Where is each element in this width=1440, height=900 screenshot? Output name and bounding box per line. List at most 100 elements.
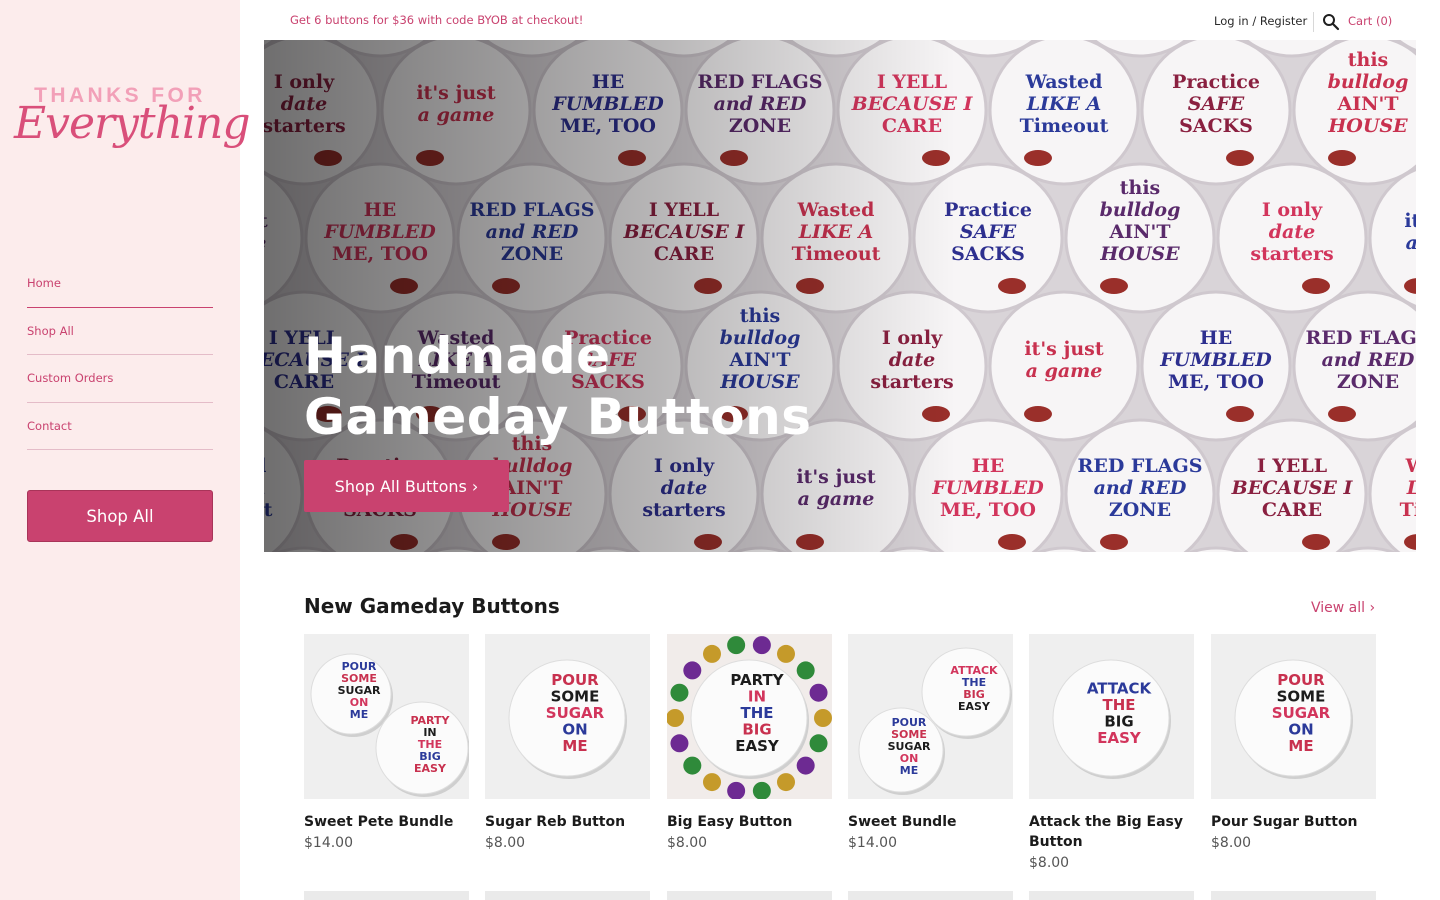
- product-price: $14.00: [304, 835, 353, 851]
- bead: [752, 636, 771, 655]
- pin-button-text: ME: [562, 737, 587, 755]
- bead: [796, 756, 815, 775]
- sidebar: THANKS FOR Everything Home Shop All Cust…: [0, 0, 251, 900]
- pin-button-text: ON: [562, 721, 587, 739]
- pin-button-text: SOME: [551, 688, 600, 706]
- hero-title: Handmade Gameday Buttons: [304, 327, 812, 446]
- product-card-next-row[interactable]: [1211, 891, 1376, 900]
- pin-button-text: SUGAR: [338, 684, 381, 697]
- view-all-link[interactable]: View all ›: [1311, 600, 1375, 616]
- bead: [670, 734, 689, 753]
- product-name[interactable]: Sugar Reb Button: [485, 812, 650, 832]
- search-icon[interactable]: [1322, 13, 1340, 31]
- pin-button-text: POUR: [342, 660, 377, 673]
- product-card[interactable]: ATTACK THE BIG EASY POUR SOME SUGAR ON ME Sweet …: [848, 634, 1013, 851]
- pin-button-text: EASY: [1097, 729, 1142, 747]
- bead: [703, 773, 721, 792]
- pin-button-text: EASY: [735, 737, 780, 755]
- pin-button-text: ON: [1288, 721, 1313, 739]
- pin-button-text: ME: [350, 708, 368, 721]
- pin-button-text: ON: [900, 752, 919, 765]
- shop-all-buttons-button[interactable]: Shop All Buttons ›: [304, 460, 509, 512]
- sidebar-nav: Home Shop All Custom Orders Contact: [27, 260, 213, 450]
- product-image[interactable]: POUR SOME SUGAR ON ME PARTY IN THE BIG EASY: [304, 634, 469, 799]
- pin-button-text: POUR: [1277, 671, 1325, 689]
- product-image[interactable]: POUR SOME SUGAR ON ME: [485, 634, 650, 799]
- pin-button-text: BIG: [742, 721, 771, 739]
- pin-button-text: SUGAR: [546, 704, 605, 722]
- product-price: $8.00: [667, 835, 708, 851]
- bead: [796, 661, 815, 680]
- pin-button-text: BIG: [963, 688, 985, 701]
- product-card-next-row[interactable]: [848, 891, 1013, 900]
- bead: [777, 773, 795, 792]
- sidebar-item-custom-orders[interactable]: Custom Orders: [27, 355, 213, 403]
- promo-banner: Get 6 buttons for $36 with code BYOB at …: [290, 13, 584, 27]
- bead: [683, 661, 702, 680]
- account-links: Log in / Register: [1214, 14, 1307, 28]
- product-price: $14.00: [848, 835, 897, 851]
- pin-button-text: IN: [423, 726, 436, 739]
- bead: [777, 644, 795, 663]
- register-link[interactable]: Register: [1260, 14, 1307, 28]
- bead: [670, 683, 689, 702]
- pin-button-text: PARTY: [410, 714, 450, 727]
- pin-button-text: ATTACK: [950, 664, 998, 677]
- sidebar-item-shop-all[interactable]: Shop All: [27, 308, 213, 355]
- pin-button-text: POUR: [892, 716, 927, 729]
- product-card-next-row[interactable]: [485, 891, 650, 900]
- sidebar-item-contact[interactable]: Contact: [27, 403, 213, 450]
- hero-banner: WastedLIKE ATimeoutPracticeSAFESACKSthis…: [264, 40, 1416, 552]
- product-card-next-row[interactable]: [1029, 891, 1194, 900]
- product-name[interactable]: Attack the Big Easy Button: [1029, 812, 1194, 852]
- product-image[interactable]: ATTACK THE BIG EASY: [1029, 634, 1194, 799]
- pin-button-text: EASY: [414, 762, 447, 775]
- pin-button-text: THE: [418, 738, 442, 751]
- sidebar-item-home[interactable]: Home: [27, 260, 213, 308]
- product-image[interactable]: PARTY IN THE BIG EASY: [667, 634, 832, 799]
- pin-button-text: POUR: [551, 671, 599, 689]
- cart-link[interactable]: Cart (0): [1348, 14, 1392, 28]
- product-name[interactable]: Sweet Bundle: [848, 812, 1013, 832]
- product-price: $8.00: [1211, 835, 1252, 851]
- product-grid: POUR SOME SUGAR ON ME PARTY IN THE BIG EASY Sweet…: [304, 634, 1376, 894]
- product-card-next-row[interactable]: [667, 891, 832, 900]
- product-image[interactable]: POUR SOME SUGAR ON ME: [1211, 634, 1376, 799]
- brand-logo[interactable]: THANKS FOR Everything: [14, 84, 251, 160]
- product-card[interactable]: ATTACK THE BIG EASY Attack the Big Easy But…: [1029, 634, 1194, 871]
- pin-button-text: ME: [900, 764, 918, 777]
- product-price: $8.00: [485, 835, 526, 851]
- pin-button-text: SUGAR: [1272, 704, 1331, 722]
- bead: [727, 636, 746, 655]
- pin-button-text: SUGAR: [888, 740, 931, 753]
- shop-all-button[interactable]: Shop All: [27, 490, 213, 542]
- pin-button-text: THE: [740, 704, 773, 722]
- product-card[interactable]: POUR SOME SUGAR ON ME Sugar Reb Button $8.00: [485, 634, 650, 851]
- pin-button-text: BIG: [1104, 712, 1133, 730]
- pin-button-text: SOME: [341, 672, 377, 685]
- bead: [809, 734, 828, 753]
- account-separator: /: [1252, 14, 1257, 28]
- product-name[interactable]: Pour Sugar Button: [1211, 812, 1376, 832]
- bead: [683, 756, 702, 775]
- pin-button-text: THE: [1102, 696, 1135, 714]
- bead: [703, 644, 721, 663]
- logo-script-text: Everything: [14, 98, 251, 149]
- product-card-next-row[interactable]: [304, 891, 469, 900]
- header-divider: [1313, 12, 1314, 32]
- product-card[interactable]: POUR SOME SUGAR ON ME PARTY IN THE BIG EASY Sweet…: [304, 634, 469, 851]
- pin-button-text: BIG: [419, 750, 441, 763]
- product-card[interactable]: POUR SOME SUGAR ON ME Pour Sugar Button $8.0…: [1211, 634, 1376, 851]
- product-image[interactable]: ATTACK THE BIG EASY POUR SOME SUGAR ON ME: [848, 634, 1013, 799]
- product-name[interactable]: Sweet Pete Bundle: [304, 812, 469, 832]
- pin-button-text: ATTACK: [1087, 679, 1153, 697]
- pin-button-text: ME: [1288, 737, 1313, 755]
- pin-button-text: SOME: [1277, 688, 1326, 706]
- bead: [814, 709, 832, 727]
- product-name[interactable]: Big Easy Button: [667, 812, 832, 832]
- login-link[interactable]: Log in: [1214, 14, 1249, 28]
- product-card[interactable]: PARTY IN THE BIG EASY Big Easy Button $8.00: [667, 634, 832, 851]
- pin-button-text: PARTY: [730, 671, 784, 689]
- section-title: New Gameday Buttons: [304, 594, 560, 618]
- pin-button-text: EASY: [958, 700, 991, 713]
